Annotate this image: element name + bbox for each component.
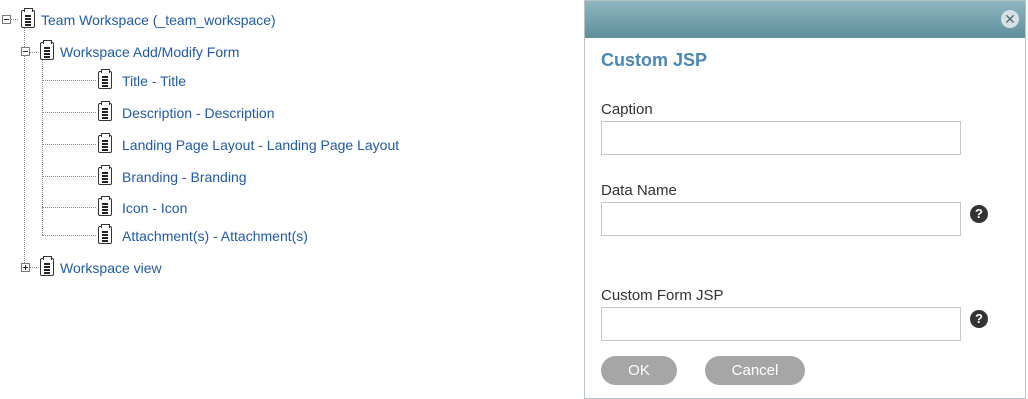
tree-node-label[interactable]: Description - Description	[122, 105, 275, 121]
document-icon	[40, 40, 54, 60]
document-icon	[21, 8, 35, 28]
custom-form-jsp-label: Custom Form JSP	[601, 287, 724, 304]
tree-node-field[interactable]: Icon - Icon	[0, 196, 500, 219]
collapse-toggle-icon[interactable]	[21, 47, 30, 56]
tree-node-field[interactable]: Branding - Branding	[0, 165, 500, 188]
custom-form-jsp-input[interactable]	[601, 307, 961, 341]
ok-button[interactable]: OK	[601, 356, 677, 385]
tree-node-workspace-view[interactable]: Workspace view	[0, 256, 420, 279]
tree-node-label[interactable]: Icon - Icon	[122, 200, 187, 216]
document-icon	[98, 165, 112, 185]
dialog-title: Custom JSP	[601, 50, 708, 70]
document-icon	[98, 196, 112, 216]
form-definition-tree: Team Workspace (_team_workspace) Workspa…	[0, 0, 560, 399]
document-icon	[98, 133, 112, 153]
tree-node-label[interactable]: Branding - Branding	[122, 169, 247, 185]
tree-node-field[interactable]: Description - Description	[0, 101, 500, 124]
data-name-input[interactable]	[601, 202, 961, 236]
tree-node-label[interactable]: Team Workspace (_team_workspace)	[41, 12, 276, 28]
expand-toggle-icon[interactable]	[21, 263, 30, 272]
tree-node-label[interactable]: Workspace view	[60, 260, 162, 276]
tree-node-workspace-form[interactable]: Workspace Add/Modify Form	[0, 40, 420, 63]
tree-node-field[interactable]: Title - Title	[0, 69, 500, 92]
document-icon	[98, 101, 112, 121]
tree-node-label[interactable]: Attachment(s) - Attachment(s)	[122, 228, 308, 244]
tree-node-field[interactable]: Attachment(s) - Attachment(s)	[0, 224, 500, 247]
data-name-label: Data Name	[601, 182, 677, 199]
custom-jsp-dialog: ✕ Custom JSP Caption Data Name ? Custom …	[584, 0, 1026, 399]
close-icon[interactable]: ✕	[1001, 10, 1019, 28]
page: Team Workspace (_team_workspace) Workspa…	[0, 0, 1028, 399]
dialog-header: ✕	[585, 1, 1025, 38]
tree-node-field[interactable]: Landing Page Layout - Landing Page Layou…	[0, 133, 500, 156]
caption-input[interactable]	[601, 121, 961, 155]
tree-node-label[interactable]: Title - Title	[122, 73, 186, 89]
tree-node-label[interactable]: Workspace Add/Modify Form	[60, 44, 239, 60]
help-icon[interactable]: ?	[970, 205, 988, 223]
tree-node-team-workspace[interactable]: Team Workspace (_team_workspace)	[0, 8, 420, 31]
collapse-toggle-icon[interactable]	[2, 15, 11, 24]
document-icon	[98, 224, 112, 244]
tree-node-label[interactable]: Landing Page Layout - Landing Page Layou…	[122, 137, 399, 153]
caption-label: Caption	[601, 101, 653, 118]
cancel-button[interactable]: Cancel	[705, 356, 805, 385]
document-icon	[40, 256, 54, 276]
help-icon[interactable]: ?	[970, 310, 988, 328]
document-icon	[98, 69, 112, 89]
